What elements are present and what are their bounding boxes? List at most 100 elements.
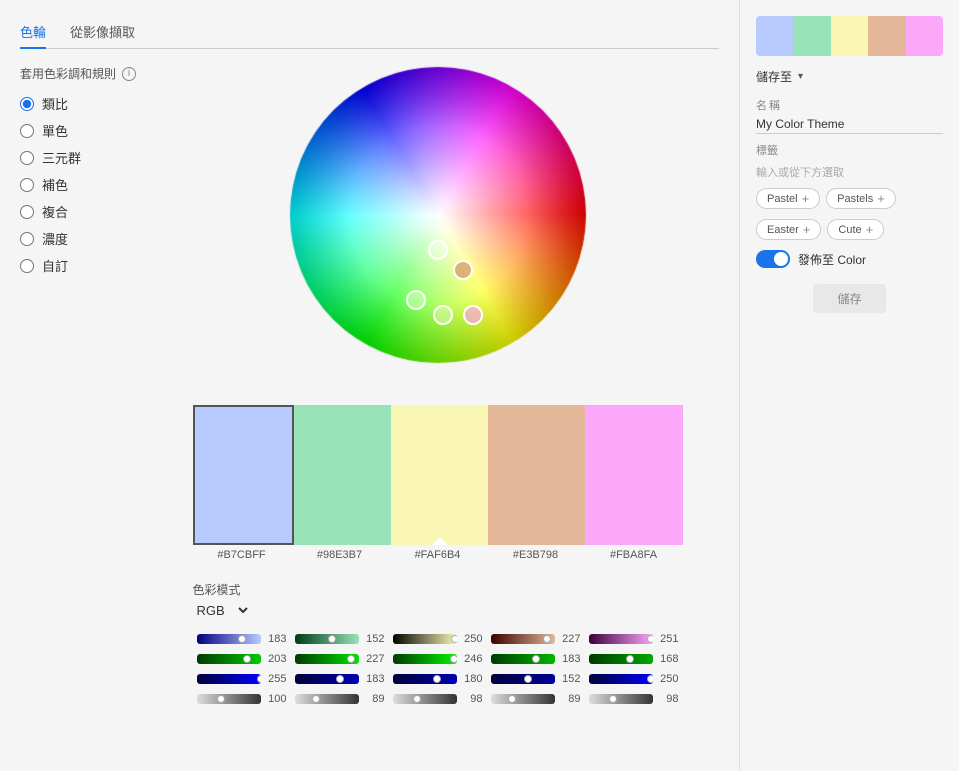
wheel-dot-5[interactable] (463, 305, 483, 325)
palette-swatch-1 (756, 16, 793, 56)
slider-mini-g-2[interactable] (295, 654, 359, 664)
color-mode-dropdown[interactable]: RGB HSB CMYK Lab (193, 602, 251, 619)
tag-easter-plus[interactable]: + (803, 222, 811, 237)
save-to-row[interactable]: 儲存至 ▾ (756, 68, 943, 85)
tags-row-2: Easter + Cute + (756, 219, 943, 240)
slider-mini-g-5[interactable] (589, 654, 653, 664)
radio-compound[interactable]: 複合 (20, 202, 136, 221)
slider-mini-r-5[interactable] (589, 634, 653, 644)
slider-val-g-2: 227 (363, 653, 385, 665)
radio-triad[interactable]: 三元群 (20, 148, 136, 167)
harmony-label: 套用色彩調和規則 (20, 65, 116, 82)
radio-shades[interactable]: 濃度 (20, 229, 136, 248)
slider-val-a-4: 89 (559, 693, 581, 705)
slider-a-1: 100 (193, 691, 291, 707)
slider-val-a-5: 98 (657, 693, 679, 705)
color-wheel-container[interactable] (288, 65, 588, 365)
right-panel: 儲存至 ▾ 名 稱 標籤 輸入或從下方選取 Pastel + Pastels (739, 0, 959, 771)
color-mode-section: 色彩模式 RGB HSB CMYK Lab (193, 581, 683, 619)
swatch-1[interactable] (193, 405, 294, 545)
wheel-area: 套用色彩調和規則 i 類比 單色 三元群 (20, 65, 719, 711)
slider-mini-g-3[interactable] (393, 654, 457, 664)
slider-mini-b-5[interactable] (589, 674, 653, 684)
harmony-header: 套用色彩調和規則 i (20, 65, 136, 82)
radio-monochromatic[interactable]: 單色 (20, 121, 136, 140)
palette-swatch-3 (831, 16, 868, 56)
tags-field-row: 標籤 輸入或從下方選取 Pastel + Pastels + Easter + (756, 142, 943, 240)
radio-analogous[interactable]: 類比 (20, 94, 136, 113)
info-icon[interactable]: i (122, 67, 136, 81)
hex-4[interactable]: #E3B798 (487, 545, 585, 565)
tag-pastels-plus[interactable]: + (877, 191, 885, 206)
radio-custom[interactable]: 自訂 (20, 256, 136, 275)
slider-mini-g-4[interactable] (491, 654, 555, 664)
slider-mini-a-1[interactable] (197, 694, 261, 704)
harmony-radio-group: 類比 單色 三元群 補色 (20, 94, 136, 275)
wheel-dot-2[interactable] (453, 260, 473, 280)
publish-toggle[interactable] (756, 250, 790, 268)
hex-3[interactable]: #FAF6B4 (389, 545, 487, 565)
wheel-dot-4[interactable] (433, 305, 453, 325)
slider-g-3: 246 (389, 651, 487, 667)
slider-mini-a-5[interactable] (589, 694, 653, 704)
swatch-4[interactable] (488, 405, 585, 545)
slider-mini-r-1[interactable] (197, 634, 261, 644)
slider-b-1: 255 (193, 671, 291, 687)
tag-pastel[interactable]: Pastel + (756, 188, 820, 209)
slider-g-2: 227 (291, 651, 389, 667)
tab-color-wheel[interactable]: 色輪 (20, 16, 46, 49)
wheel-section: #B7CBFF #98E3B7 #FAF6B4 #E3B798 #FBA8FA … (156, 65, 719, 711)
toggle-knob (774, 252, 788, 266)
slider-r-4: 227 (487, 631, 585, 647)
radio-complementary[interactable]: 補色 (20, 175, 136, 194)
slider-r-3: 250 (389, 631, 487, 647)
slider-mini-a-3[interactable] (393, 694, 457, 704)
publish-row: 發佈至 Color (756, 250, 943, 268)
slider-val-a-3: 98 (461, 693, 483, 705)
tags-placeholder[interactable]: 輸入或從下方選取 (756, 164, 943, 180)
color-mode-label: 色彩模式 (193, 581, 683, 598)
slider-mini-g-1[interactable] (197, 654, 261, 664)
tag-pastels[interactable]: Pastels + (826, 188, 896, 209)
tag-pastel-plus[interactable]: + (802, 191, 810, 206)
slider-val-b-4: 152 (559, 673, 581, 685)
slider-mini-r-4[interactable] (491, 634, 555, 644)
swatch-3[interactable] (391, 405, 488, 545)
slider-mini-r-2[interactable] (295, 634, 359, 644)
hex-2[interactable]: #98E3B7 (291, 545, 389, 565)
sliders-section: 183 152 (193, 631, 683, 707)
swatch-2[interactable] (294, 405, 391, 545)
slider-mini-b-2[interactable] (295, 674, 359, 684)
slider-mini-a-4[interactable] (491, 694, 555, 704)
slider-val-a-1: 100 (265, 693, 287, 705)
tag-cute-plus[interactable]: + (866, 222, 874, 237)
slider-mini-b-4[interactable] (491, 674, 555, 684)
tag-cute[interactable]: Cute + (827, 219, 884, 240)
palette-swatch-2 (793, 16, 830, 56)
name-input[interactable] (756, 115, 943, 134)
slider-mini-b-1[interactable] (197, 674, 261, 684)
slider-r-2: 152 (291, 631, 389, 647)
slider-val-b-5: 250 (657, 673, 679, 685)
wheel-dot-3[interactable] (406, 290, 426, 310)
hex-5[interactable]: #FBA8FA (585, 545, 683, 565)
slider-val-b-3: 180 (461, 673, 483, 685)
tab-from-image[interactable]: 從影像擷取 (70, 16, 135, 49)
tag-easter[interactable]: Easter + (756, 219, 821, 240)
hex-1[interactable]: #B7CBFF (193, 545, 291, 565)
save-button[interactable]: 儲存 (813, 284, 885, 313)
slider-val-g-5: 168 (657, 653, 679, 665)
slider-a-2: 89 (291, 691, 389, 707)
swatches-row (193, 405, 683, 545)
wheel-dot-1[interactable] (428, 240, 448, 260)
slider-mini-b-3[interactable] (393, 674, 457, 684)
slider-mini-r-3[interactable] (393, 634, 457, 644)
palette-swatch-4 (868, 16, 905, 56)
slider-val-g-1: 203 (265, 653, 287, 665)
slider-g-1: 203 (193, 651, 291, 667)
swatch-5[interactable] (585, 405, 682, 545)
save-to-chevron[interactable]: ▾ (798, 71, 803, 82)
save-to-label: 儲存至 (756, 68, 792, 85)
slider-mini-a-2[interactable] (295, 694, 359, 704)
harmony-col: 套用色彩調和規則 i 類比 單色 三元群 (20, 65, 136, 291)
